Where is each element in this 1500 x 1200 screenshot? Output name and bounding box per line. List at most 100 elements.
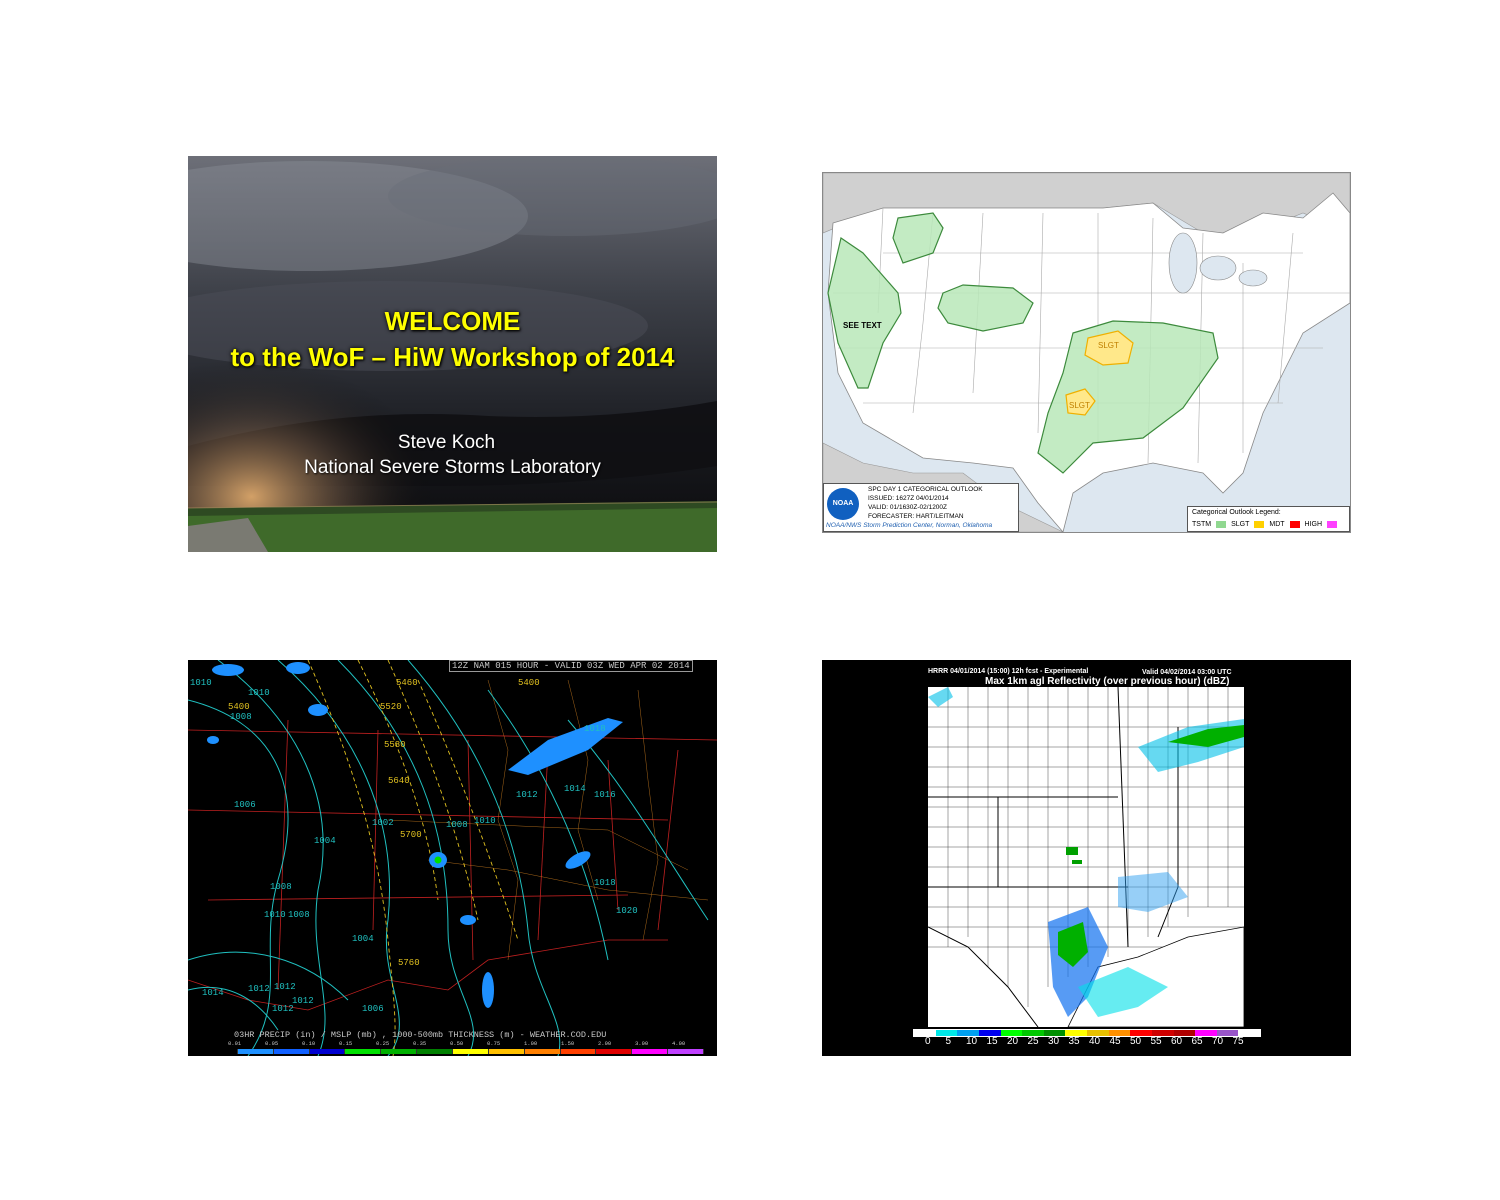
dbz-scale-tick: 15 [986, 1036, 998, 1047]
isoline-label: 1010 [248, 688, 270, 698]
legend-swatch [1327, 521, 1338, 528]
noaa-logo: NOAA [827, 488, 859, 520]
isoline-label: 1004 [314, 836, 336, 846]
dbz-scale-tick: 0 [925, 1036, 931, 1047]
dbz-scale-tick: 45 [1109, 1036, 1121, 1047]
precip-scale-tick: 0.01 [228, 1040, 242, 1047]
isoline-label: 1012 [274, 982, 296, 992]
precip-color-swatch [417, 1049, 454, 1054]
dbz-scale-labels: 0 5 10 15 20 25 30 35 40 45 50 55 60 65 70 75 [925, 1036, 1255, 1048]
precip-color-swatch [381, 1049, 418, 1054]
isoline-label: 1010 [474, 816, 496, 826]
legend-swatch [1289, 521, 1300, 528]
outlook-legend: Categorical Outlook Legend: TSTM SLGT MDT H… [1187, 506, 1350, 532]
precip-scale-tick: 1.00 [524, 1040, 538, 1047]
outlook-title: SPC DAY 1 CATEGORICAL OUTLOOK [868, 486, 983, 493]
slide-spc-outlook: SEE TEXT SLGT SLGT NOAA SPC DAY 1 CATEGO… [822, 172, 1351, 533]
dbz-scale-tick: 70 [1212, 1036, 1224, 1047]
precip-scale-tick: 0.10 [302, 1040, 316, 1047]
isoline-labels: 1010 1010 5400 1008 5460 5400 5520 5580 5640 1018… [188, 660, 717, 1056]
workshop-title: to the WoF – HiW Workshop of 2014 [230, 342, 675, 372]
legend-label: TSTM [1192, 521, 1212, 528]
isoline-label: 1012 [516, 790, 538, 800]
nam-footer: 03HR PRECIP (in) / MSLP (mb) , 1000-500m… [234, 1030, 607, 1040]
dbz-scale-tick: 5 [945, 1036, 952, 1047]
isoline-label: 5400 [228, 702, 250, 712]
slgt-label: SLGT [1069, 401, 1090, 410]
dbz-scale-tick: 65 [1191, 1036, 1203, 1047]
precip-scale-tick: 1.50 [561, 1040, 575, 1047]
see-text-label: SEE TEXT [843, 321, 882, 330]
slide-nam-forecast: 12Z NAM 015 HOUR - VALID 03Z WED APR 02 … [188, 660, 717, 1056]
precip-scale-tick: 0.75 [487, 1040, 501, 1047]
isoline-label: 1016 [594, 790, 616, 800]
presenter-affiliation: National Severe Storms Laboratory [304, 457, 601, 478]
hrrr-title: Max 1km agl Reflectivity (over previous … [985, 676, 1230, 687]
isoline-label: 1014 [202, 988, 224, 998]
dbz-scale-tick: 60 [1171, 1036, 1183, 1047]
isoline-label: 1002 [372, 818, 394, 828]
isoline-label: 1006 [362, 1004, 384, 1014]
precip-color-swatch [273, 1049, 310, 1054]
isoline-label: 5460 [396, 678, 418, 688]
isoline-label: 1012 [248, 984, 270, 994]
isoline-label: 5760 [398, 958, 420, 968]
precip-color-swatch [560, 1049, 597, 1054]
slgt-label: SLGT [1098, 341, 1119, 350]
dbz-scale-tick: 40 [1089, 1036, 1101, 1047]
isoline-label: 1018 [584, 724, 606, 734]
legend-label: HIGH [1304, 521, 1323, 528]
isoline-label: 1010 [264, 910, 286, 920]
precip-color-bar [202, 1049, 705, 1054]
precip-scale-tick: 0.35 [413, 1040, 427, 1047]
legend-label: MDT [1269, 521, 1285, 528]
outlook-info-box: NOAA SPC DAY 1 CATEGORICAL OUTLOOK ISSUE… [823, 483, 1019, 532]
welcome-title: WELCOME [384, 306, 521, 336]
hrrr-header-right: Valid 04/02/2014 03:00 UTC [1142, 669, 1232, 676]
dbz-scale-tick: 25 [1027, 1036, 1039, 1047]
precip-color-swatch [202, 1049, 238, 1054]
precip-scale-tick: 2.00 [598, 1040, 612, 1047]
precip-scale-tick: 0.05 [265, 1040, 279, 1047]
isoline-label: 1008 [446, 820, 468, 830]
isoline-label: 1004 [352, 934, 374, 944]
precip-scale-tick: 0.25 [376, 1040, 390, 1047]
isoline-label: 1006 [234, 800, 256, 810]
reflectivity-map [928, 687, 1244, 1027]
isoline-label: 5520 [380, 702, 402, 712]
dbz-scale-tick: 50 [1130, 1036, 1142, 1047]
isoline-label: 1018 [594, 878, 616, 888]
dbz-scale-tick: 10 [966, 1036, 978, 1047]
outlook-issued: ISSUED: 1627Z 04/01/2014 [868, 495, 949, 502]
isoline-label: 5580 [384, 740, 406, 750]
outlook-forecaster: FORECASTER: HART/LEITMAN [868, 513, 964, 520]
outlook-map [823, 173, 1350, 532]
precip-color-swatch [345, 1049, 382, 1054]
precip-scale-labels: 0.01 0.05 0.10 0.15 0.25 0.35 0.50 0.75 1.00 1.50… [228, 1040, 708, 1048]
dbz-scale-tick: 30 [1048, 1036, 1060, 1047]
precip-color-swatch [237, 1049, 274, 1054]
precip-color-swatch [309, 1049, 346, 1054]
dbz-scale-tick: 55 [1150, 1036, 1162, 1047]
dbz-scale-tick: 20 [1007, 1036, 1019, 1047]
isoline-label: 1020 [616, 906, 638, 916]
precip-color-swatch [668, 1049, 705, 1054]
isoline-label: 1010 [190, 678, 212, 688]
legend-swatch [1216, 521, 1227, 528]
dbz-scale-tick: 35 [1068, 1036, 1080, 1047]
precip-scale-tick: 0.50 [450, 1040, 464, 1047]
legend-swatch [1254, 521, 1265, 528]
spc-credit: NOAA/NWS Storm Prediction Center, Norman… [826, 522, 993, 529]
isoline-label: 1008 [270, 882, 292, 892]
dbz-scale-tick: 75 [1232, 1036, 1244, 1047]
isoline-label: 1008 [288, 910, 310, 920]
outlook-valid: VALID: 01/1630Z-02/1200Z [868, 504, 948, 511]
isoline-label: 1012 [292, 996, 314, 1006]
slide-welcome: WELCOME to the WoF – HiW Workshop of 201… [188, 156, 717, 552]
isoline-label: 1014 [564, 784, 586, 794]
precip-scale-tick: 4.00 [672, 1040, 686, 1047]
precip-color-swatch [596, 1049, 633, 1054]
precip-color-swatch [632, 1049, 669, 1054]
isoline-label: 5700 [400, 830, 422, 840]
slide-hrrr-reflectivity: HRRR 04/01/2014 (15:00) 12h fcst - Exper… [822, 660, 1351, 1056]
